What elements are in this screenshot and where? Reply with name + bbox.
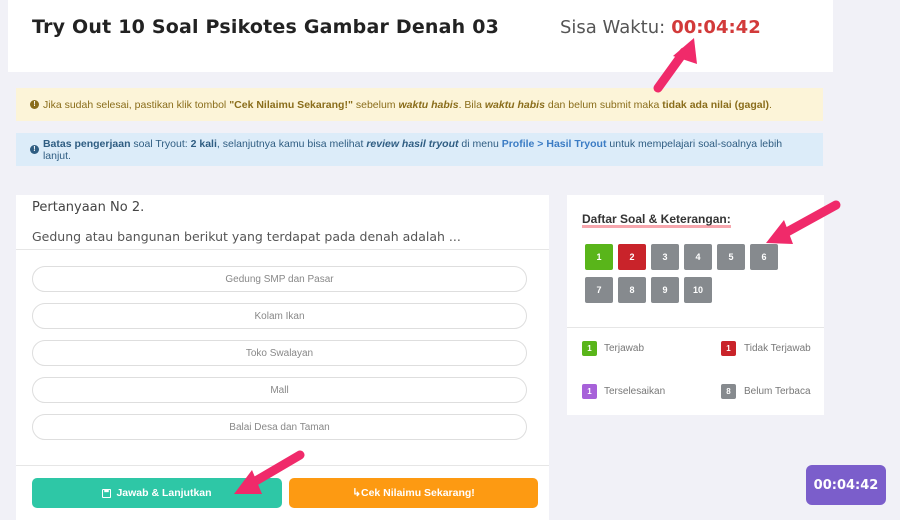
question-number: Pertanyaan No 2. [32,200,145,215]
timer-value: 00:04:42 [671,17,761,38]
question-number-8[interactable]: 8 [618,277,646,303]
warning-alert: ! Jika sudah selesai, pastikan klik tomb… [16,88,823,121]
save-icon [102,488,112,498]
profile-results-link[interactable]: Profile > Hasil Tryout [502,138,607,150]
warning-text: Jika sudah selesai, pastikan klik tombol… [43,98,772,111]
header-bar: Try Out 10 Soal Psikotes Gambar Denah 03… [8,0,833,72]
divider [16,465,549,466]
legend-label-unread: Belum Terbaca [744,386,811,397]
divider [16,249,549,250]
question-number-1[interactable]: 1 [585,244,613,270]
question-number-7[interactable]: 7 [585,277,613,303]
question-number-6[interactable]: 6 [750,244,778,270]
legend-swatch-completed: 1 [582,384,597,399]
answer-option-4[interactable]: Mall [32,377,527,403]
redirect-arrow-icon: ↳ [352,487,361,499]
question-number-4[interactable]: 4 [684,244,712,270]
question-number-2[interactable]: 2 [618,244,646,270]
legend-label-answered: Terjawab [604,343,645,354]
question-number-5[interactable]: 5 [717,244,745,270]
page-title: Try Out 10 Soal Psikotes Gambar Denah 03 [32,16,500,38]
legend-swatch-unread: 8 [721,384,736,399]
answer-option-5[interactable]: Balai Desa dan Taman [32,414,527,440]
question-list-panel: Daftar Soal & Keterangan: 1 2 3 4 5 6 7 8 9 10 1 … [567,195,824,415]
answer-option-3[interactable]: Toko Swalayan [32,340,527,366]
question-list-title: Daftar Soal & Keterangan: [582,212,731,228]
info-circle-icon: ! [30,100,39,109]
legend-label-completed: Terselesaikan [604,386,666,397]
countdown-timer: Sisa Waktu: 00:04:42 [560,17,761,38]
answer-option-2[interactable]: Kolam Ikan [32,303,527,329]
floating-timer: 00:04:42 [806,465,886,505]
answer-next-button[interactable]: Jawab & Lanjutkan [32,478,282,508]
legend-label-unanswered: Tidak Terjawab [744,343,811,354]
timer-label: Sisa Waktu: [560,17,666,38]
question-number-10[interactable]: 10 [684,277,712,303]
legend-swatch-unanswered: 1 [721,341,736,356]
question-number-3[interactable]: 3 [651,244,679,270]
question-panel: Pertanyaan No 2. Gedung atau bangunan be… [16,195,549,520]
question-text: Gedung atau bangunan berikut yang terdap… [32,229,461,244]
answer-option-1[interactable]: Gedung SMP dan Pasar [32,266,527,292]
info-circle-icon: ! [30,145,39,154]
divider [567,327,824,328]
legend-swatch-answered: 1 [582,341,597,356]
check-score-button[interactable]: ↳ Cek Nilaimu Sekarang! [289,478,538,508]
info-text: Batas pengerjaan soal Tryout: 2 kali, se… [42,137,783,162]
question-number-9[interactable]: 9 [651,277,679,303]
info-alert: ! Batas pengerjaan soal Tryout: 2 kali, … [16,133,823,166]
